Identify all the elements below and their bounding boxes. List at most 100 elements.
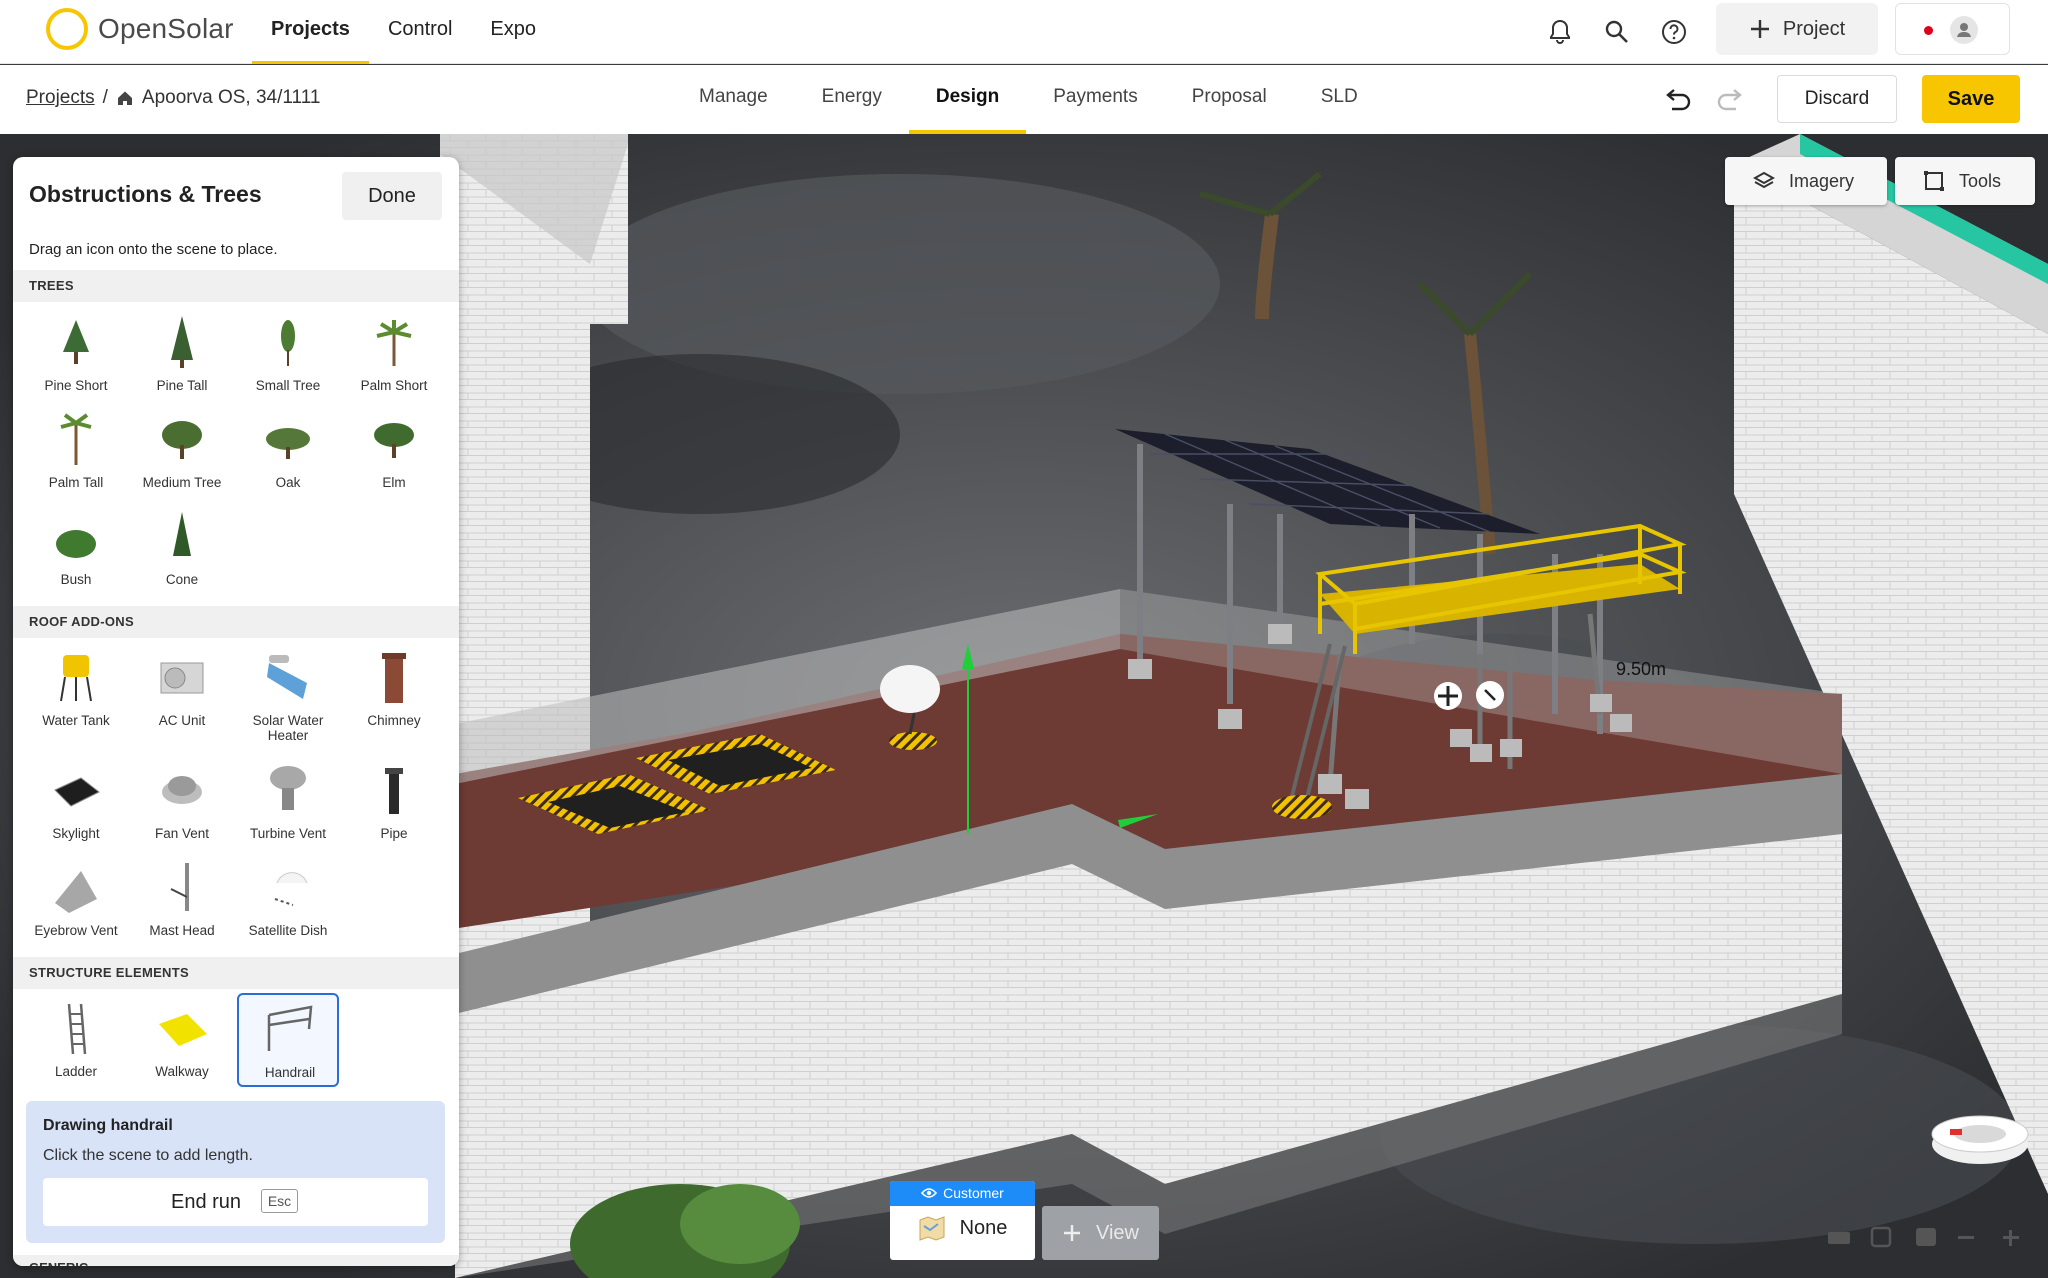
item-label: Pine Tall [156,378,208,393]
section-generic-header: GENERIC [13,1255,459,1266]
addon-solar-water-heater[interactable]: Solar Water Heater [237,647,339,743]
main-nav: Projects Control Expo [252,0,555,64]
item-label: Mast Head [149,923,215,938]
tree-elm[interactable]: Elm [343,409,445,499]
project-tabs: Manage Energy Design Payments Proposal S… [672,65,1385,134]
addon-turbine-vent[interactable]: Turbine Vent [237,760,339,850]
addon-chimney[interactable]: Chimney [343,647,445,737]
palm-tall-icon [60,413,92,465]
user-menu-button[interactable] [1895,3,2010,55]
eyebrow-vent-icon [55,871,97,913]
tree-cone[interactable]: Cone [131,506,233,596]
tab-energy[interactable]: Energy [795,65,909,134]
undo-icon[interactable] [1660,86,1694,116]
item-label: Small Tree [255,378,321,393]
breadcrumb-projects-link[interactable]: Projects [26,87,95,109]
add-view-button[interactable]: View [1042,1206,1159,1260]
item-label: Turbine Vent [249,826,327,841]
item-label: Pipe [380,826,408,841]
customer-view-selector[interactable]: Customer None [890,1181,1035,1260]
nav-expo[interactable]: Expo [471,0,555,64]
tree-medium[interactable]: Medium Tree [131,409,233,499]
addon-satellite-dish[interactable]: Satellite Dish [237,857,339,947]
item-label: Chimney [367,713,421,728]
item-label: Handrail [264,1065,316,1080]
tree-pine-short[interactable]: Pine Short [25,312,127,402]
item-label: Cone [165,572,199,587]
item-label: Eyebrow Vent [34,923,118,938]
imagery-button[interactable]: Imagery [1725,157,1887,205]
search-icon[interactable] [1602,17,1632,47]
tab-design[interactable]: Design [908,65,1027,134]
item-label: Satellite Dish [248,923,328,938]
solar-water-heater-icon [267,655,307,699]
item-label: Pine Short [44,378,108,393]
tree-pine-tall[interactable]: Pine Tall [131,312,233,402]
oak-tree-icon [266,428,310,459]
drawing-handrail-box: Drawing handrail Click the scene to add … [26,1101,445,1243]
tree-palm-short[interactable]: Palm Short [343,312,445,402]
nav-projects[interactable]: Projects [252,0,369,64]
addon-pipe[interactable]: Pipe [343,760,445,850]
addon-fan-vent[interactable]: Fan Vent [131,760,233,850]
addon-eyebrow-vent[interactable]: Eyebrow Vent [25,857,127,947]
end-run-label: End run [171,1191,242,1213]
tree-bush[interactable]: Bush [25,506,127,596]
item-label: Palm Short [360,378,428,393]
logo-ring-icon [46,8,88,50]
tab-sld[interactable]: SLD [1294,65,1385,134]
new-project-label: Project [1782,17,1846,40]
item-label: Skylight [52,826,100,841]
item-label: Oak [275,475,301,490]
imagery-label: Imagery [1789,170,1855,191]
structure-walkway[interactable]: Walkway [131,998,233,1088]
done-button[interactable]: Done [342,172,442,220]
ac-unit-icon [160,662,204,694]
brand-name: OpenSolar [98,13,234,44]
tree-palm-tall[interactable]: Palm Tall [25,409,127,499]
view-value-label: None [959,1216,1008,1239]
new-project-button[interactable]: Project [1716,3,1878,55]
tools-button[interactable]: Tools [1895,157,2035,205]
eye-icon [921,1188,938,1198]
view-value: None [890,1214,1035,1242]
tools-label: Tools [1959,170,2002,191]
opensolar-logo[interactable]: OpenSolar [46,8,234,50]
walkway-icon [159,1014,207,1046]
pine-tree-tall-icon [171,316,193,368]
redo-icon[interactable] [1714,86,1748,116]
notifications-bell-icon[interactable] [1545,17,1575,47]
bush-icon [56,530,96,558]
panel-title: Obstructions & Trees [29,181,262,207]
tab-proposal[interactable]: Proposal [1165,65,1294,134]
length-measurement-label: 9.50m [1616,659,1667,679]
addon-water-tank[interactable]: Water Tank [25,647,127,737]
discard-button[interactable]: Discard [1777,75,1897,123]
addon-ac-unit[interactable]: AC Unit [131,647,233,737]
tab-manage[interactable]: Manage [672,65,795,134]
item-label: Solar Water Heater [252,713,324,743]
cone-tree-icon [173,512,191,556]
obstructions-panel: Obstructions & Trees Done Drag an icon o… [13,157,459,1266]
help-icon[interactable] [1659,17,1689,47]
tree-small[interactable]: Small Tree [237,312,339,402]
end-run-button[interactable]: End run Esc [43,1178,428,1226]
map-icon [919,1216,945,1241]
save-button[interactable]: Save [1922,75,2020,123]
section-structure-header: STRUCTURE ELEMENTS [13,957,459,989]
home-icon [117,91,132,105]
structure-handrail[interactable]: Handrail [237,993,339,1087]
customer-visibility-tag: Customer [890,1181,1035,1206]
tree-oak[interactable]: Oak [237,409,339,499]
addon-mast-head[interactable]: Mast Head [131,857,233,947]
handrail-icon [267,1005,313,1051]
nav-control[interactable]: Control [369,0,471,64]
addon-skylight[interactable]: Skylight [25,760,127,850]
drawing-title: Drawing handrail [43,1117,173,1134]
water-tank-icon [60,655,92,702]
tab-payments[interactable]: Payments [1026,65,1164,134]
structure-ladder[interactable]: Ladder [25,998,127,1088]
breadcrumb-current-project: Apoorva OS, 34/1111 [141,87,321,108]
breadcrumb-separator: / [102,87,108,108]
turbine-vent-icon [270,766,306,810]
